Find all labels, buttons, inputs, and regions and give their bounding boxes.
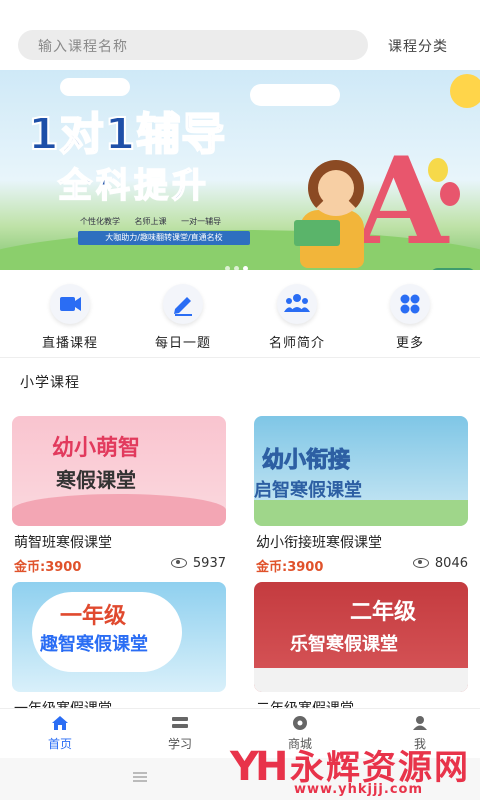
- thumbnail-heading: 二年级: [350, 600, 417, 625]
- search-input[interactable]: 输入课程名称: [18, 30, 368, 60]
- banner-tag: 名师上课: [134, 217, 167, 226]
- home-icon: [51, 715, 69, 731]
- quick-nav-daily-question[interactable]: 每日一题: [133, 284, 233, 351]
- quick-nav-live-courses[interactable]: 直播课程: [20, 284, 120, 351]
- course-views: 5937: [170, 556, 226, 571]
- thumbnail-subheading: 启智寒假课堂: [254, 480, 362, 501]
- shop-icon: [291, 715, 309, 731]
- top-bar: 输入课程名称 课程分类: [0, 0, 480, 70]
- course-card[interactable]: 二年级 乐智寒假课堂 二年级寒假课堂: [254, 582, 468, 717]
- cloud-decoration: [250, 84, 340, 106]
- eye-icon: [170, 558, 187, 568]
- watermark-logo: YH: [230, 744, 288, 790]
- cloud-decoration: [60, 78, 130, 96]
- eye-icon: [412, 558, 429, 568]
- search-placeholder: 输入课程名称: [38, 39, 128, 55]
- study-icon: [171, 715, 189, 731]
- video-camera-icon: [50, 284, 90, 324]
- menu-icon[interactable]: [133, 772, 147, 782]
- course-thumbnail: 幼小萌智 寒假课堂: [12, 416, 226, 526]
- views-count: 5937: [192, 556, 226, 571]
- quick-nav-label: 名师简介: [268, 336, 325, 351]
- quick-nav: 直播课程 每日一题 名师简介 更多: [0, 270, 480, 358]
- course-price: 金币:3900: [14, 560, 82, 575]
- course-card[interactable]: 幼小萌智 寒假课堂 萌智班寒假课堂 金币:3900 5937: [12, 416, 226, 575]
- quick-nav-more[interactable]: 更多: [360, 284, 460, 351]
- quick-nav-label: 直播课程: [41, 336, 98, 351]
- thumbnail-heading: 一年级: [60, 604, 127, 629]
- watermark: YH 永辉资源网 www.yhkjjj.com: [230, 738, 480, 798]
- more-grid-icon: [390, 284, 430, 324]
- section-title: 小学课程: [20, 375, 80, 391]
- watermark-url: www.yhkjjj.com: [294, 782, 424, 797]
- book-illustration: [294, 220, 340, 246]
- user-icon: [411, 715, 429, 731]
- balloon-illustration: [440, 182, 460, 206]
- course-thumbnail: 二年级 乐智寒假课堂: [254, 582, 468, 692]
- course-title: 萌智班寒假课堂: [14, 535, 112, 551]
- course-thumbnail: 幼小衔接 启智寒假课堂: [254, 416, 468, 526]
- balloon-illustration: [428, 158, 448, 182]
- course-thumbnail: 一年级 趣智寒假课堂: [12, 582, 226, 692]
- banner-tag: 个性化教学: [80, 217, 120, 226]
- course-price: 金币:3900: [256, 560, 324, 575]
- thumbnail-subheading: 趣智寒假课堂: [40, 634, 148, 655]
- thumbnail-subheading: 乐智寒假课堂: [290, 634, 398, 655]
- thumbnail-heading: 幼小萌智: [52, 436, 141, 461]
- banner-headline: 1对1辅导: [27, 108, 227, 161]
- thumbnail-heading: 幼小衔接: [261, 448, 351, 474]
- course-category-link[interactable]: 课程分类: [388, 36, 448, 56]
- tab-study[interactable]: 学习: [140, 715, 220, 752]
- course-card[interactable]: 幼小衔接 启智寒假课堂 幼小衔接班寒假课堂 金币:3900 8046: [254, 416, 468, 575]
- pen-edit-icon: [163, 284, 203, 324]
- views-count: 8046: [434, 556, 468, 571]
- sun-decoration: [450, 74, 480, 108]
- quick-nav-teachers[interactable]: 名师简介: [247, 284, 347, 351]
- quick-nav-label: 每日一题: [154, 336, 211, 351]
- tab-label: 首页: [47, 737, 72, 751]
- tab-label: 学习: [167, 737, 192, 751]
- banner-tag: 一对一辅导: [181, 217, 222, 226]
- tab-home[interactable]: 首页: [20, 715, 100, 752]
- course-views: 8046: [412, 556, 468, 571]
- child-head-illustration: [308, 160, 364, 216]
- banner-tags: 个性化教学 名师上课 一对一辅导: [80, 216, 233, 227]
- quick-nav-label: 更多: [395, 336, 424, 351]
- banner-ribbon: 大咖助力/趣味翻转课堂/直通名校: [78, 231, 250, 245]
- banner-subheadline: 全科提升: [57, 165, 210, 207]
- teachers-group-icon: [277, 284, 317, 324]
- carousel-indicator: [225, 256, 252, 271]
- thumbnail-subheading: 寒假课堂: [56, 468, 136, 492]
- course-title: 幼小衔接班寒假课堂: [256, 535, 382, 551]
- promo-banner[interactable]: 1对1辅导 全科提升 个性化教学 名师上课 一对一辅导 大咖助力/趣味翻转课堂/…: [0, 70, 480, 270]
- course-card[interactable]: 一年级 趣智寒假课堂 一年级寒假课堂: [12, 582, 226, 717]
